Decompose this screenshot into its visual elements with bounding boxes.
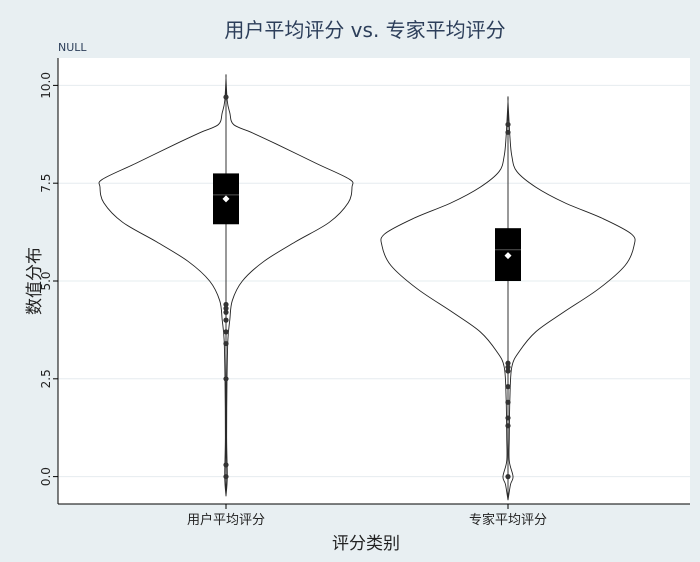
outlier-point <box>223 301 229 308</box>
outlier-point <box>505 384 511 390</box>
chart-title: 用户平均评分 vs. 专家平均评分 <box>224 18 505 42</box>
outlier-point <box>223 462 229 468</box>
outlier-point <box>505 423 511 429</box>
outlier-point <box>505 360 511 366</box>
outlier-point <box>223 474 229 480</box>
outlier-point <box>505 474 511 480</box>
x-tick-label: 专家平均评分 <box>469 512 547 528</box>
outlier-point <box>223 317 229 323</box>
outlier-point <box>505 129 511 135</box>
y-tick-label: 7.5 <box>39 174 53 193</box>
outlier-point <box>505 415 511 421</box>
y-tick-label: 10.0 <box>39 72 53 99</box>
y-tick-label: 2.5 <box>39 369 53 388</box>
y-axis-label: 数值分布 <box>25 247 45 315</box>
outlier-point <box>505 399 511 405</box>
outlier-point <box>223 340 229 347</box>
outlier-point <box>505 121 511 128</box>
x-tick-label: 用户平均评分 <box>187 512 265 528</box>
y-tick-label: 0.0 <box>39 467 53 486</box>
outlier-point <box>223 329 229 335</box>
outlier-point <box>223 94 229 100</box>
x-axis-label: 评分类别 <box>332 534 400 554</box>
outlier-point <box>223 376 229 382</box>
chart-subtitle: NULL <box>58 41 87 54</box>
violin-chart: 0.02.55.07.510.0用户平均评分 专家平均评分 用户平均评分 vs. … <box>25 18 690 554</box>
